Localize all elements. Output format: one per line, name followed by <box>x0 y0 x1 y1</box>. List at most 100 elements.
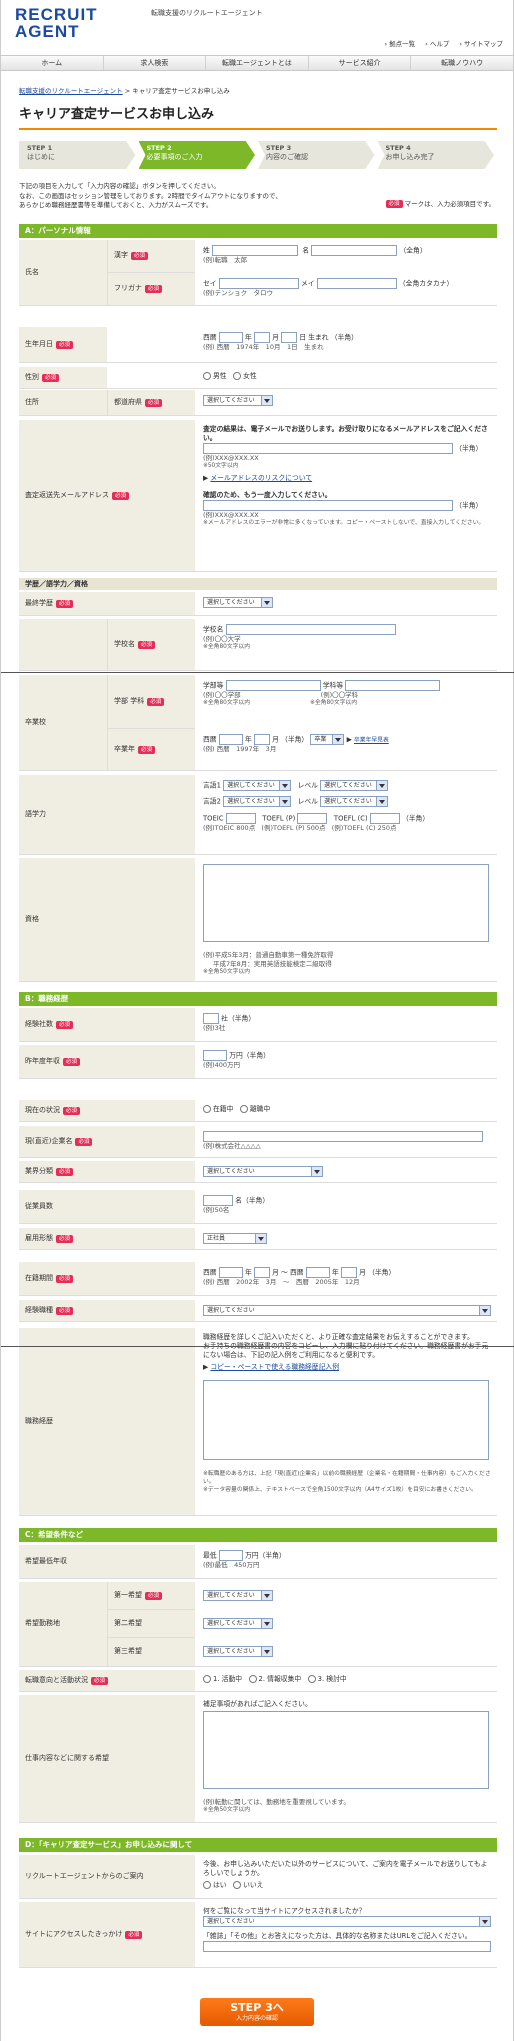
first-name-input[interactable] <box>311 245 398 256</box>
page: RECRUIT AGENT 転職支援のリクルートエージェント › 拠点一覧 › ヘ… <box>0 0 514 2041</box>
first-name-kana-input[interactable] <box>316 278 397 289</box>
trigger-detail-input[interactable] <box>203 1941 491 1953</box>
util-link-offices[interactable]: › 拠点一覧 <box>384 40 415 49</box>
prefecture-select[interactable]: 選択してください <box>203 395 273 406</box>
toefl-p-input[interactable] <box>297 813 328 824</box>
nav-about[interactable]: 転職エージェントとは <box>206 56 309 70</box>
recruit-agent-logo[interactable]: RECRUIT AGENT <box>15 6 98 40</box>
label-email: 査定返送先メールアドレス 必須 <box>19 420 195 571</box>
nav-knowhow[interactable]: 転職ノウハウ <box>411 56 513 70</box>
certification-textarea[interactable] <box>203 864 489 942</box>
wish-textarea[interactable] <box>203 1711 489 1789</box>
label-choice-1: 第一希望 必須 <box>107 1582 195 1610</box>
label-department: 学部 学科 必須 <box>107 675 195 729</box>
trigger-select[interactable]: 選択してください <box>203 1916 491 1928</box>
nav-services[interactable]: サービス紹介 <box>309 56 412 70</box>
income-field: 万円（半角） (例)400万円 <box>203 1050 270 1069</box>
row-name: 氏名 漢字 必須 フリガナ 必須 姓 名 （全角） (例)転職 太郎 セイ メイ （… <box>19 240 497 306</box>
faculty-input[interactable] <box>225 680 321 691</box>
company-input[interactable] <box>203 1131 483 1142</box>
radio-employed[interactable] <box>203 1105 211 1113</box>
language-2-level-select[interactable]: 選択してください <box>320 796 389 807</box>
location-1-select[interactable]: 選択してください <box>203 1590 273 1601</box>
radio-no[interactable] <box>233 1881 242 1890</box>
label-certification: 資格 <box>19 858 195 981</box>
radio-active[interactable] <box>203 1675 211 1683</box>
birth-month-input[interactable] <box>253 332 270 343</box>
final-education-select[interactable]: 選択してください <box>203 597 273 608</box>
util-link-sitemap[interactable]: › サイトマップ <box>459 40 503 49</box>
language-2-select[interactable]: 選択してください <box>223 796 292 807</box>
tenure-end-year-input[interactable] <box>305 1267 330 1278</box>
radio-considering[interactable] <box>307 1675 316 1683</box>
email-input[interactable] <box>203 443 453 455</box>
row-status: 現在の状況 必須 在籍中 離職中 <box>19 1100 497 1122</box>
label-companies: 経験社数 必須 <box>19 1008 195 1041</box>
income-input[interactable] <box>203 1050 227 1061</box>
employment-type-field: 正社員 <box>197 1228 497 1249</box>
label-language: 語学力 <box>19 775 195 854</box>
tenure-end-month-input[interactable] <box>340 1267 357 1278</box>
toeic-input[interactable] <box>225 813 256 824</box>
last-name-input[interactable] <box>211 245 298 256</box>
row-email: 査定返送先メールアドレス 必須 査定の結果は、電子メールでお送りします。お受け取り… <box>19 420 497 572</box>
section-d-header: D：「キャリア査定サービス」お申し込みに関して <box>19 1838 497 1852</box>
label-gender: 性別 必須 <box>19 367 107 388</box>
timing-fields: 1. 活動中 2. 情報収集中 3. 検討中 <box>197 1670 497 1691</box>
radio-yes[interactable] <box>203 1881 211 1890</box>
radio-male[interactable] <box>203 372 211 380</box>
row-employees: 従業員数 名（半角） (例)50名 <box>19 1190 497 1224</box>
location-2-select[interactable]: 選択してください <box>203 1618 273 1629</box>
label-tenure: 在籍期間 必須 <box>19 1262 195 1295</box>
industry-select[interactable]: 選択してください <box>203 1166 323 1177</box>
history-example-link[interactable]: コピー・ペーストで使える職務経歴記入例 <box>210 1363 339 1371</box>
radio-unemployed[interactable] <box>239 1105 248 1113</box>
divider-line <box>1 1346 514 1347</box>
util-link-help[interactable]: › ヘルプ <box>425 40 449 49</box>
school-name-input[interactable] <box>225 624 396 635</box>
label-prefecture: 都道府県 必須 <box>107 390 195 415</box>
step-indicator: STEP 1 はじめに STEP 2 必要事項のご入力 STEP 3 内容のご確認 S… <box>19 141 497 169</box>
location-3-select[interactable]: 選択してください <box>203 1646 273 1657</box>
job-type-select[interactable]: 選択してください <box>203 1305 491 1316</box>
email-risk-link[interactable]: メールアドレスのリスクについて <box>210 474 312 482</box>
tenure-start-month-input[interactable] <box>253 1267 270 1278</box>
utility-links: › 拠点一覧 › ヘルプ › サイトマップ <box>384 40 503 49</box>
birth-year-input[interactable] <box>218 332 243 343</box>
employees-input[interactable] <box>203 1195 233 1206</box>
nav-home[interactable]: ホーム <box>1 56 104 70</box>
grad-month-input[interactable] <box>253 734 270 745</box>
row-address: 住所 都道府県 必須 選択してください <box>19 390 497 416</box>
step3-submit-button[interactable]: STEP 3へ 入力内容の確認 <box>200 1998 314 2026</box>
history-textarea[interactable] <box>203 1380 489 1460</box>
breadcrumb-home[interactable]: 転職支援のリクルートエージェント <box>19 87 123 95</box>
radio-gathering[interactable] <box>248 1675 257 1683</box>
radio-female[interactable] <box>233 372 242 380</box>
furigana-fields: セイ メイ （全角カタカナ） (例)テンショク タロウ <box>203 278 454 297</box>
breadcrumb: 転職支援のリクルートエージェント > キャリア査定サービスお申し込み <box>19 87 230 95</box>
label-job-type: 経験職種 必須 <box>19 1300 195 1321</box>
nav-job-search[interactable]: 求人検索 <box>104 56 207 70</box>
employment-type-select[interactable]: 正社員 <box>203 1233 267 1244</box>
last-name-kana-input[interactable] <box>218 278 299 289</box>
department-input[interactable] <box>345 680 441 691</box>
row-timing: 転職意向と活動状況 必須 1. 活動中 2. 情報収集中 3. 検討中 <box>19 1670 497 1692</box>
wish-examples: (例)転勤に関しては、勤務地を重要視しています。 ※全角50文字以内 <box>203 1798 350 1813</box>
birth-day-input[interactable] <box>281 332 298 343</box>
toefl-c-input[interactable] <box>369 813 400 824</box>
label-trigger: サイトにアクセスしたきっかけ 必須 <box>19 1902 195 1967</box>
desired-income-input[interactable] <box>218 1550 243 1561</box>
companies-input[interactable] <box>203 1013 219 1024</box>
companies-field: 社（半角） (例)3社 <box>203 1013 256 1032</box>
label-choice-2: 第二希望 <box>107 1610 195 1638</box>
tagline: 転職支援のリクルートエージェント <box>151 9 263 17</box>
email-confirm-input[interactable] <box>203 500 453 512</box>
tenure-fields: 西暦 年 月 ～ 西暦 年 月 （半角） (例) 西暦 2002年 3月 ～ 西… <box>203 1267 396 1286</box>
tenure-start-year-input[interactable] <box>218 1267 243 1278</box>
grad-year-input[interactable] <box>218 734 243 745</box>
graduation-status-select[interactable]: 卒業 <box>310 734 345 745</box>
language-1-level-select[interactable]: 選択してください <box>320 780 389 791</box>
gender-fields: 男性 女性 <box>197 367 497 388</box>
graduation-year-table-link[interactable]: 卒業年早見表 <box>354 738 389 744</box>
language-1-select[interactable]: 選択してください <box>223 780 292 791</box>
